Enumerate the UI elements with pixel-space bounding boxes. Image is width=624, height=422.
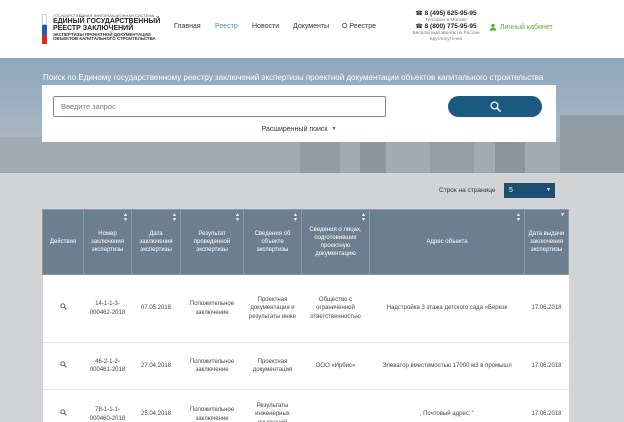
- cell-issue-date: 17.06.2018: [524, 342, 569, 390]
- results-table: Действия ▲ ▼ Номер заключения экспертизы …: [42, 209, 569, 422]
- chevron-down-icon: ▼: [546, 187, 551, 193]
- search-input[interactable]: Введите запрос: [53, 96, 386, 117]
- search-card: Введите запрос Расширенный поиск ▼: [42, 85, 556, 142]
- contacts-block: ☎ 8 (495) 625-95-95 Телефон в Москве ☎ 8…: [410, 10, 482, 42]
- sort-icon: ▲ ▼: [123, 212, 128, 223]
- logo-line-5: ОБЪЕКТОВ КАПИТАЛЬНОГО СТРОИТЕЛЬСТВА: [53, 36, 156, 42]
- user-icon: [489, 23, 497, 31]
- russian-flag-icon: [42, 14, 47, 44]
- cell-number: 78-1-1-1-000460-2018: [83, 389, 132, 422]
- cell-result: Положительное заключение: [180, 389, 244, 422]
- column-header-issue-date[interactable]: ▼ Дата выдачи заключения экспертизы: [524, 209, 569, 275]
- sort-icon: ▲ ▼: [293, 212, 298, 223]
- cell-address: , Почтовый адрес: ": [369, 389, 525, 422]
- cell-object: Проектная документация и результаты инже: [243, 274, 302, 343]
- view-details-icon[interactable]: [59, 409, 67, 417]
- personal-cabinet-label: Личный кабинет: [500, 23, 553, 31]
- cell-object: Проектная документация: [243, 342, 302, 390]
- cell-result: Положительное заключение: [180, 274, 244, 343]
- column-header-result[interactable]: ▲ ▼ Результат проведенной экспертизы: [180, 209, 244, 275]
- site-header: ГОСУДАРСТВЕННАЯ ИНФОРМАЦИОННАЯ СИСТЕМА Е…: [0, 0, 624, 58]
- cell-issue-date: 17.06.2018: [524, 274, 569, 343]
- phone-icon: ☎: [415, 11, 423, 17]
- cell-preparer: [301, 389, 370, 422]
- advanced-search-label: Расширенный поиск: [261, 126, 328, 133]
- column-header-address[interactable]: ▲ ▼ Адрес объекта: [369, 209, 525, 275]
- column-header-number[interactable]: ▲ ▼ Номер заключения экспертизы: [83, 209, 132, 275]
- column-header-date[interactable]: ▲ ▼ Дата заключения экспертизы: [131, 209, 181, 275]
- table-row[interactable]: 14-1-1-3-000462-2018 07.05.2018 Положите…: [42, 274, 569, 343]
- cell-issue-date: 17.06.2018: [524, 389, 569, 422]
- cell-preparer: Общество с ограниченной ответственностью: [301, 274, 370, 343]
- cell-object: Результаты инженерных изысканий: [243, 389, 302, 422]
- column-header-actions: Действия: [42, 209, 84, 275]
- chevron-down-icon: ▼: [331, 126, 337, 132]
- view-details-icon[interactable]: [59, 361, 67, 368]
- search-hero: Поиск по Единому государственному реестр…: [0, 58, 624, 173]
- table-row[interactable]: 78-1-1-1-000460-2018 25.04.2018 Положите…: [42, 389, 569, 422]
- nav-item-about[interactable]: О Реестре: [342, 23, 376, 30]
- rows-per-page-label: Строк на странице: [439, 187, 496, 194]
- sort-icon: ▲ ▼: [361, 212, 366, 223]
- phone-free-note-2: Круглосуточно: [429, 36, 463, 42]
- results-area: Строк на странице 5 ▼ Действия ▲ ▼ Номер …: [0, 173, 624, 422]
- cell-preparer: ООО «Ирбис»: [301, 342, 370, 390]
- search-icon: [489, 101, 501, 112]
- site-logo[interactable]: ГОСУДАРСТВЕННАЯ ИНФОРМАЦИОННАЯ СИСТЕМА Е…: [42, 14, 160, 44]
- search-title: Поиск по Единому государственному реестр…: [43, 73, 544, 82]
- nav-item-documents[interactable]: Документы: [293, 23, 329, 30]
- cell-address: Элеватор вместимостью 17000 м3 в промышл: [369, 342, 525, 390]
- phone-icon: ☎: [415, 24, 423, 31]
- search-button[interactable]: [448, 96, 542, 117]
- sort-icon: ▲ ▼: [172, 212, 177, 223]
- sort-desc-icon: ▼: [560, 212, 565, 218]
- table-header-row: Действия ▲ ▼ Номер заключения экспертизы …: [42, 209, 569, 275]
- nav-item-registry[interactable]: Реестр: [215, 23, 238, 30]
- cell-date: 27.04.2018: [131, 342, 181, 390]
- phone-moscow[interactable]: ☎ 8 (495) 625-95-95: [410, 10, 482, 18]
- column-header-object[interactable]: ▲ ▼ Сведения об объекте экспертизы: [243, 209, 302, 275]
- rows-per-page-select[interactable]: 5 ▼: [504, 183, 555, 198]
- advanced-search-toggle[interactable]: Расширенный поиск ▼: [42, 126, 556, 133]
- phone-free-note-1: Бесплатный звонок по России: [412, 31, 480, 37]
- cell-number: 46-2-1-2-000461-2018: [83, 342, 132, 390]
- rows-per-page-value: 5: [509, 187, 513, 194]
- sort-icon: ▲ ▼: [516, 212, 521, 223]
- nav-item-home[interactable]: Главная: [174, 23, 201, 30]
- cell-number: 14-1-1-3-000462-2018: [83, 274, 132, 343]
- sort-icon: ▲ ▼: [235, 212, 240, 223]
- cell-address: Надстройка 3 этажа детского сада «Березк: [369, 274, 525, 343]
- cell-date: 25.04.2018: [131, 389, 181, 422]
- table-row[interactable]: 46-2-1-2-000461-2018 27.04.2018 Положите…: [42, 342, 569, 390]
- view-details-icon[interactable]: [59, 303, 67, 311]
- cell-result: Положительное заключение: [180, 342, 244, 390]
- personal-cabinet-link[interactable]: Личный кабинет: [489, 23, 553, 31]
- cell-date: 07.05.2018: [131, 274, 181, 343]
- nav-item-news[interactable]: Новости: [252, 23, 279, 30]
- column-header-preparer[interactable]: ▲ ▼ Сведения о лицах, подготовивших проек…: [301, 209, 370, 275]
